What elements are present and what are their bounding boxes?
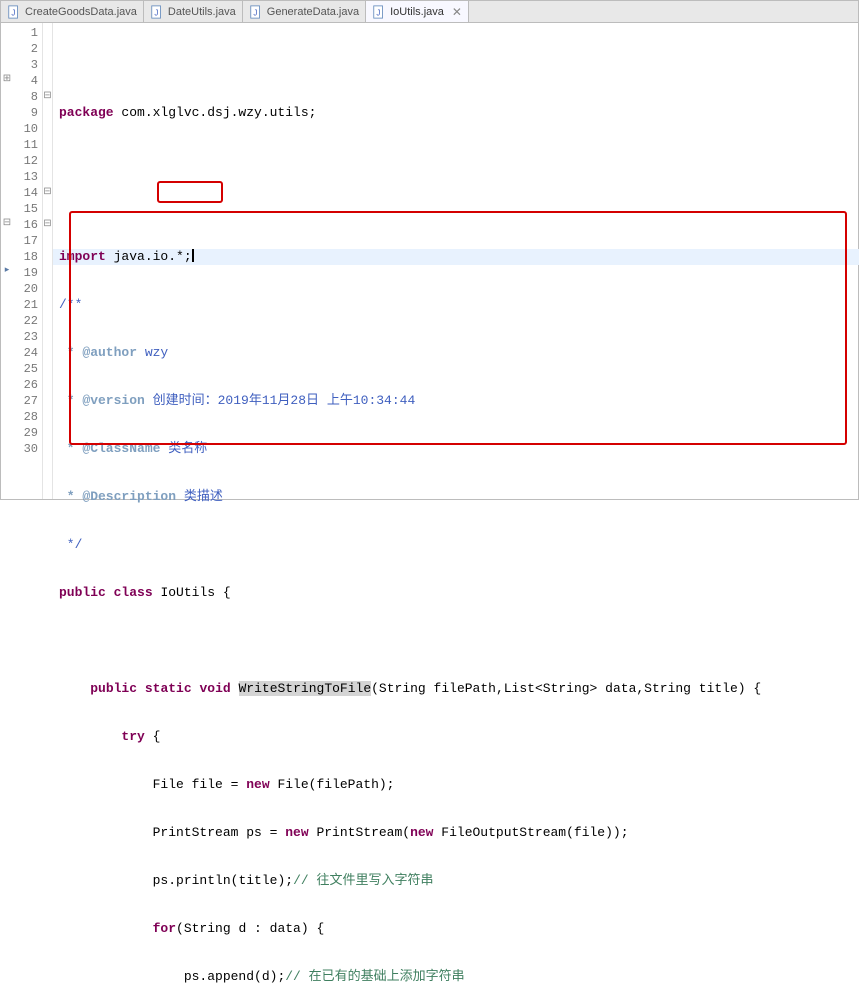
marker-arrow-icon — [1, 265, 13, 281]
java-file-icon: J — [372, 5, 386, 19]
code-line: package com.xlglvc.dsj.wzy.utils; — [59, 105, 858, 121]
code-line: for(String d : data) { — [59, 921, 858, 937]
code-line — [59, 153, 858, 169]
code-line: public class IoUtils { — [59, 585, 858, 601]
code-line: * @Description 类描述 — [59, 489, 858, 505]
code-line: PrintStream ps = new PrintStream(new Fil… — [59, 825, 858, 841]
fold-minus-icon[interactable] — [43, 89, 52, 105]
java-file-icon: J — [150, 5, 164, 19]
code-line-active: import java.io.*; — [53, 249, 859, 265]
svg-text:J: J — [154, 8, 158, 17]
tab-label: CreateGoodsData.java — [25, 6, 137, 18]
tab-create-goods-data[interactable]: J CreateGoodsData.java — [1, 1, 144, 22]
code-line: /** — [59, 297, 858, 313]
tab-generate-data[interactable]: J GenerateData.java — [243, 1, 366, 22]
method-name-selection: WriteStringToFile — [239, 681, 372, 696]
fold-column — [43, 23, 53, 499]
tab-label: DateUtils.java — [168, 6, 236, 18]
java-file-icon: J — [7, 5, 21, 19]
text-cursor — [192, 249, 194, 262]
method-highlight-box — [69, 211, 847, 445]
fold-minus-icon[interactable] — [43, 217, 52, 233]
tab-date-utils[interactable]: J DateUtils.java — [144, 1, 243, 22]
line-number-gutter: 1 2 3 4 8 9 10 11 12 13 14 15 16 17 18 1… — [13, 23, 43, 499]
code-area[interactable]: package com.xlglvc.dsj.wzy.utils; import… — [53, 23, 858, 499]
code-line: File file = new File(filePath); — [59, 777, 858, 793]
marker-column — [1, 23, 13, 499]
fold-minus-icon[interactable] — [1, 217, 13, 233]
tab-label: GenerateData.java — [267, 6, 359, 18]
code-editor[interactable]: 1 2 3 4 8 9 10 11 12 13 14 15 16 17 18 1… — [1, 23, 858, 499]
code-line: * @ClassName 类名称 — [59, 441, 858, 457]
svg-text:J: J — [376, 8, 380, 17]
fold-minus-icon[interactable] — [43, 185, 52, 201]
code-line: ps.append(d);// 在已有的基础上添加字符串 — [59, 969, 858, 985]
close-icon[interactable]: ✕ — [452, 5, 462, 19]
code-line: ps.println(title);// 往文件里写入字符串 — [59, 873, 858, 889]
code-line: try { — [59, 729, 858, 745]
code-line: */ — [59, 537, 858, 553]
svg-text:J: J — [253, 8, 257, 17]
class-name-highlight-box — [157, 181, 223, 203]
svg-text:J: J — [11, 8, 15, 17]
code-line — [59, 201, 858, 217]
editor-tabs: J CreateGoodsData.java J DateUtils.java … — [1, 1, 858, 23]
code-line: public static void WriteStringToFile(Str… — [59, 681, 858, 697]
code-line: * @author wzy — [59, 345, 858, 361]
code-line: * @version 创建时间：2019年11月28日 上午10:34:44 — [59, 393, 858, 409]
tab-io-utils[interactable]: J IoUtils.java ✕ — [366, 1, 469, 22]
fold-plus-icon[interactable] — [1, 73, 13, 89]
tab-label: IoUtils.java — [390, 6, 444, 18]
java-file-icon: J — [249, 5, 263, 19]
code-line — [59, 633, 858, 649]
